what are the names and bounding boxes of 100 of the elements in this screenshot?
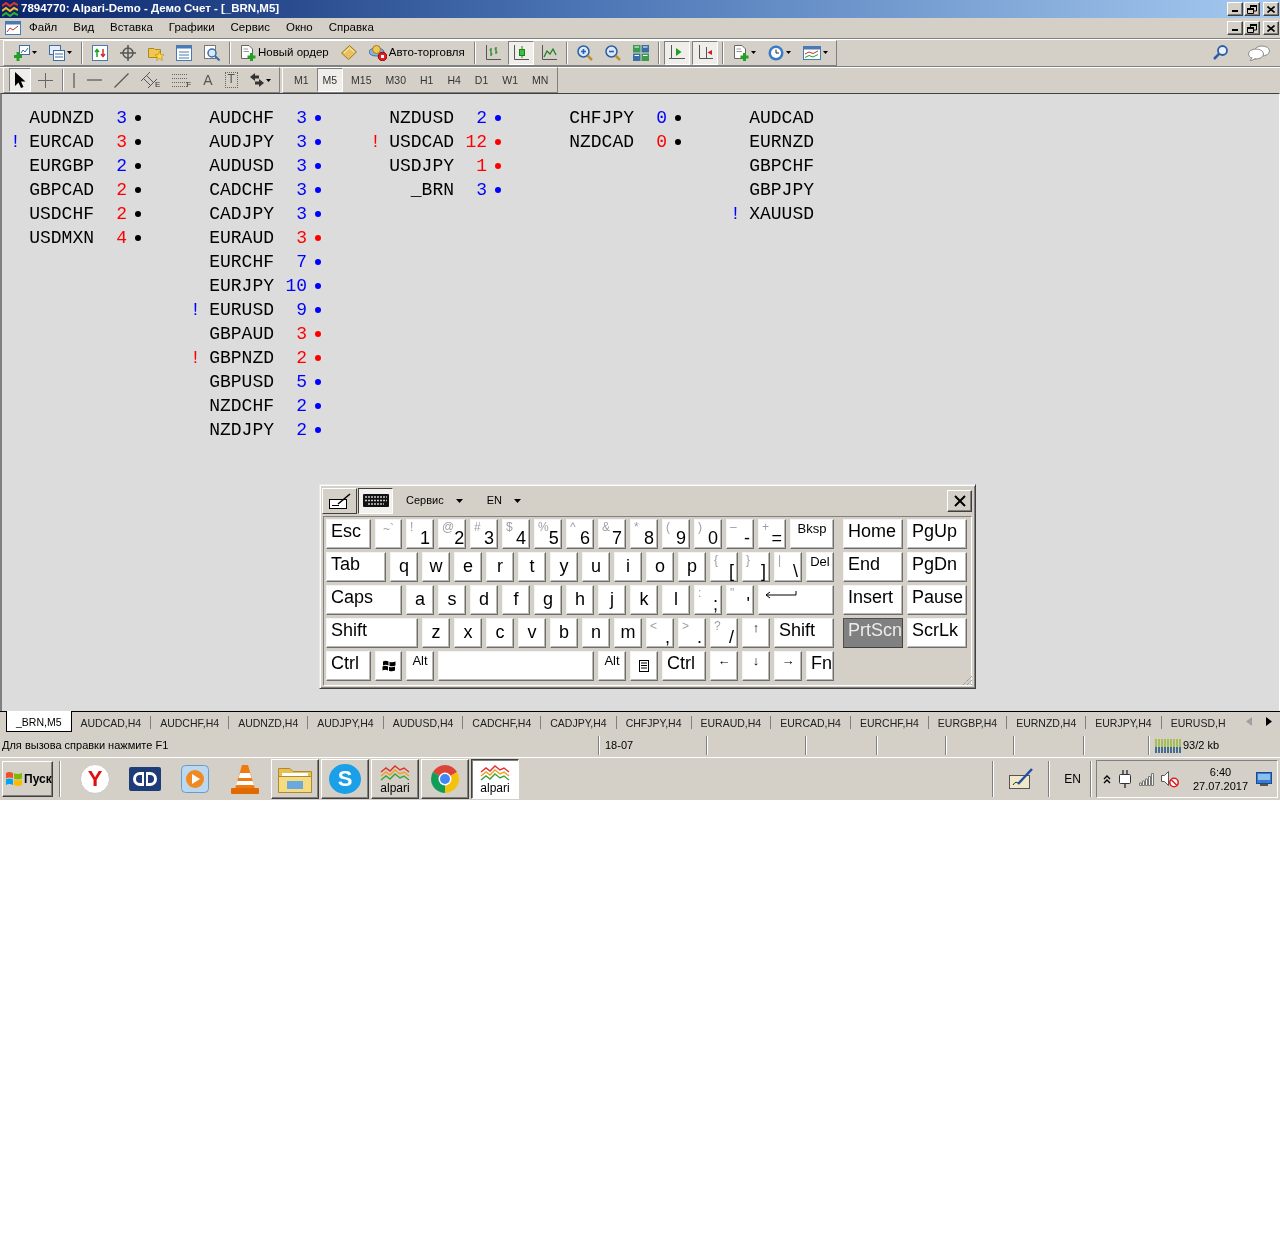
keyboard-key[interactable]: Shift bbox=[774, 618, 834, 648]
close-button[interactable] bbox=[1263, 21, 1279, 35]
restore-button[interactable] bbox=[1244, 21, 1260, 35]
keyboard-key[interactable]: s bbox=[438, 585, 466, 615]
menu-item[interactable]: Справка bbox=[320, 20, 382, 36]
timeframe-button[interactable]: M5 bbox=[316, 68, 344, 92]
keyboard-key[interactable]: m bbox=[614, 618, 642, 648]
keyboard-key[interactable]: ← bbox=[710, 651, 738, 681]
scroll-right-icon[interactable] bbox=[1266, 717, 1272, 726]
keyboard-key[interactable]: Insert bbox=[843, 585, 903, 615]
keyboard-key[interactable]: | \ bbox=[774, 552, 802, 582]
keyboard-key[interactable]: x bbox=[454, 618, 482, 648]
keyboard-key[interactable]: Del bbox=[806, 552, 834, 582]
keyboard-key[interactable]: ScrLk bbox=[907, 618, 967, 648]
keyboard-key[interactable]: z bbox=[422, 618, 450, 648]
minimize-button[interactable] bbox=[1227, 2, 1243, 16]
play-icon[interactable] bbox=[181, 765, 209, 793]
keyboard-key[interactable]: c bbox=[486, 618, 514, 648]
chart-tab[interactable]: EURCAD,H4 bbox=[771, 712, 850, 732]
menu-item[interactable]: Вставка bbox=[102, 20, 161, 36]
keyboard-key[interactable]: ! 1 bbox=[406, 519, 434, 549]
menu-item[interactable]: Графики bbox=[160, 20, 223, 36]
text-tool-button[interactable]: A bbox=[198, 68, 218, 92]
restore-button[interactable] bbox=[1244, 2, 1260, 16]
clock[interactable]: 6:40 27.07.2017 bbox=[1193, 766, 1249, 792]
chart-tab[interactable]: AUDNZD,H4 bbox=[229, 712, 308, 732]
windows-key[interactable] bbox=[375, 651, 402, 681]
keyboard-key[interactable]: PgDn bbox=[907, 552, 967, 582]
keyboard-key[interactable]: o bbox=[646, 552, 674, 582]
keyboard-key[interactable]: u bbox=[582, 552, 610, 582]
keyboard-key[interactable]: &7 bbox=[598, 519, 626, 549]
keyboard-key[interactable]: n bbox=[582, 618, 610, 648]
letter-logo[interactable]: Y bbox=[80, 764, 110, 794]
timeframe-button[interactable]: M15 bbox=[345, 68, 378, 92]
keyboard-key[interactable]: i bbox=[614, 552, 642, 582]
keyboard-key[interactable]: Alt bbox=[406, 651, 434, 681]
resize-grip-icon[interactable] bbox=[962, 675, 973, 686]
keyboard-key[interactable]: p bbox=[678, 552, 706, 582]
keyboard-key[interactable]: → bbox=[774, 651, 802, 681]
menu-item[interactable]: Вид bbox=[65, 20, 103, 36]
keyboard-key[interactable]: j bbox=[598, 585, 626, 615]
chart-tab[interactable]: AUDCAD,H4 bbox=[71, 712, 151, 732]
keyboard-key[interactable]: a bbox=[406, 585, 434, 615]
keyboard-key[interactable]: Home bbox=[843, 519, 903, 549]
timeframe-button[interactable]: W1 bbox=[496, 68, 525, 92]
start-button[interactable]: Пуск bbox=[2, 761, 53, 797]
timeframe-button[interactable]: M30 bbox=[379, 68, 412, 92]
keyboard-key[interactable]: l bbox=[662, 585, 690, 615]
keyboard-key[interactable]: ^ 6 bbox=[566, 519, 594, 549]
dropdown-menu[interactable]: Сервис bbox=[402, 495, 467, 506]
keyboard-key[interactable]: Esc bbox=[326, 519, 371, 549]
speaker-muted-icon[interactable] bbox=[1161, 770, 1179, 788]
keyboard-key[interactable]: ) 0 bbox=[694, 519, 722, 549]
chart-tab[interactable]: AUDJPY,H4 bbox=[308, 712, 383, 732]
keyboard-key[interactable]: ↑ bbox=[742, 618, 770, 648]
chart-tab[interactable]: EURAUD,H4 bbox=[691, 712, 771, 732]
keyboard-key[interactable]: v bbox=[518, 618, 546, 648]
cursor-button[interactable] bbox=[9, 68, 31, 92]
keyboard-key[interactable]: w bbox=[422, 552, 450, 582]
menu-item[interactable]: Сервис bbox=[222, 20, 278, 36]
autotrading-button[interactable]: Авто-торговля bbox=[363, 40, 470, 65]
keyboard-key[interactable]: { [ bbox=[710, 552, 738, 582]
chevron-up-icon[interactable] bbox=[1103, 774, 1111, 784]
timeframe-button[interactable]: D1 bbox=[468, 68, 495, 92]
chart-tab[interactable]: _BRN,M5 bbox=[6, 711, 72, 732]
keyboard-key[interactable]: h bbox=[566, 585, 594, 615]
close-button[interactable] bbox=[1263, 2, 1279, 16]
chart-tab[interactable]: EURNZD,H4 bbox=[1007, 712, 1086, 732]
keyboard-key[interactable]: PgUp bbox=[907, 519, 967, 549]
menu-item[interactable]: Файл bbox=[21, 20, 66, 36]
chart-tab[interactable]: CHFJPY,H4 bbox=[616, 712, 691, 732]
autoscroll-button[interactable] bbox=[663, 40, 690, 65]
keyboard-key[interactable]: g bbox=[534, 585, 562, 615]
keyboard-key[interactable]: k bbox=[630, 585, 658, 615]
handwriting-button[interactable] bbox=[322, 487, 357, 514]
keyboard-key[interactable]: y bbox=[550, 552, 578, 582]
new-order-button[interactable]: Новый ордер bbox=[235, 40, 334, 65]
keyboard-key[interactable]: " ' bbox=[726, 585, 754, 615]
timeframe-button[interactable]: H4 bbox=[441, 68, 467, 92]
space-key[interactable] bbox=[438, 651, 594, 681]
keyboard-key[interactable]: Caps bbox=[326, 585, 402, 615]
keyboard-key[interactable]: @2 bbox=[438, 519, 466, 549]
show-desktop-icon[interactable] bbox=[1256, 772, 1273, 786]
keyboard-key[interactable]: < , bbox=[646, 618, 674, 648]
media-logo-icon[interactable] bbox=[129, 767, 161, 791]
chart-tab[interactable]: EURCHF,H4 bbox=[850, 712, 928, 732]
chart-tab[interactable]: CADJPY,H4 bbox=[541, 712, 616, 732]
keyboard-key[interactable]: += bbox=[758, 519, 786, 549]
taskbar-button[interactable]: alpari bbox=[471, 759, 519, 799]
enter-key[interactable] bbox=[758, 585, 834, 615]
timeframe-button[interactable]: H1 bbox=[414, 68, 440, 92]
keyboard-button[interactable] bbox=[358, 487, 393, 514]
fibonacci-button[interactable]: F bbox=[167, 68, 197, 92]
keyboard-key[interactable]: Alt bbox=[598, 651, 626, 681]
language-button[interactable]: EN bbox=[1060, 773, 1085, 785]
keyboard-key[interactable]: f bbox=[502, 585, 530, 615]
keyboard-key[interactable]: d bbox=[470, 585, 498, 615]
keyboard-key[interactable]: Tab bbox=[326, 552, 386, 582]
candlestick-button[interactable] bbox=[507, 40, 534, 65]
menu-item[interactable]: Окно bbox=[277, 20, 321, 36]
